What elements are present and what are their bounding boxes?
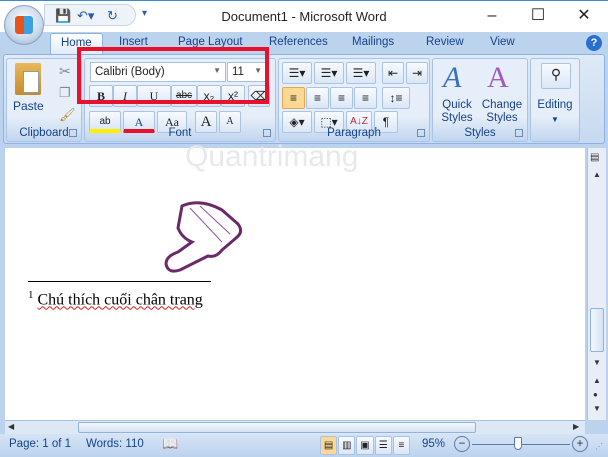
line-spacing-icon[interactable]: ↕≡ [382,87,410,109]
previous-page-icon[interactable]: ▲ [593,376,601,385]
footnote[interactable]: 1 Chú thích cuối chân trang [28,289,203,309]
font-group-label: Font [168,127,192,139]
view-buttons: ▤ ▥ ▣ ☰ ≡ [320,436,411,455]
vertical-scroll-thumb[interactable] [590,308,604,352]
styles-group-label: Styles [464,127,496,139]
customize-qat-icon[interactable]: ▾ [142,8,147,19]
clipboard-group: Paste ✂ ❐ 🖌 Clipboard [6,58,82,142]
paste-icon [15,63,41,95]
vertical-scrollbar[interactable]: ▤ ▲ ▼ ▲ ● ▼ [587,148,606,420]
zoom-out-icon[interactable]: − [454,436,470,452]
editing-button[interactable]: Editing [531,99,579,111]
tab-review[interactable]: Review [426,36,464,48]
page-count[interactable]: Page: 1 of 1 [9,438,71,450]
styles-group: A A Quick Styles Change Styles Styles [432,58,528,142]
draft-icon[interactable]: ≡ [392,436,411,455]
office-logo-icon [15,16,33,34]
close-button[interactable]: ✕ [562,5,606,29]
horizontal-scroll-thumb[interactable] [78,422,476,433]
footnote-number: 1 [28,289,34,301]
align-row: ≡ ≡ ≡ ≡ ↕≡ [282,87,410,109]
zoom-in-icon[interactable]: + [572,436,588,452]
paste-button[interactable]: Paste [13,99,44,113]
print-layout-icon[interactable]: ▤ [320,436,338,455]
maximize-button[interactable]: ☐ [516,5,560,29]
align-right-icon[interactable]: ≡ [330,87,353,109]
dialog-launcher-icon[interactable] [417,129,425,137]
next-page-icon[interactable]: ▼ [593,404,601,413]
bullets-icon[interactable]: ☰▾ [282,62,312,84]
multilevel-list-icon[interactable]: ☰▾ [346,62,376,84]
scroll-right-icon[interactable]: ▶ [573,422,579,431]
copy-icon[interactable]: ❐ [59,85,71,101]
quick-styles-icon: A [443,61,462,94]
dialog-launcher-icon[interactable] [69,129,77,137]
change-styles-button[interactable]: Change Styles [479,99,525,125]
document-page[interactable]: Quantrimang 1 Chú thích cuối chân trang [5,140,585,420]
scroll-left-icon[interactable]: ◀ [8,422,14,431]
undo-icon[interactable]: ↶▾ [77,8,94,24]
zoom-level[interactable]: 95% [422,438,445,450]
format-painter-icon[interactable]: 🖌 [59,107,76,123]
dialog-launcher-icon[interactable] [263,129,271,137]
align-left-icon[interactable]: ≡ [282,87,305,109]
binoculars-icon: ⚲ [541,63,571,89]
justify-icon[interactable]: ≡ [354,87,377,109]
align-center-icon[interactable]: ≡ [306,87,329,109]
cut-icon[interactable]: ✂ [59,63,71,80]
redo-icon[interactable]: ↻ [107,8,118,24]
outline-icon[interactable]: ☰ [374,436,392,455]
zoom-slider-thumb[interactable] [514,437,523,450]
status-bar: Page: 1 of 1 Words: 110 📖 ▤ ▥ ▣ ☰ ≡ 95% … [0,434,608,457]
ruler-toggle-icon[interactable]: ▤ [590,152,599,163]
minimize-button[interactable]: – [470,5,514,29]
tab-view[interactable]: View [490,36,515,48]
editing-group[interactable]: ⚲ Editing ▼ [530,58,580,142]
highlight-box [77,47,269,104]
web-layout-icon[interactable]: ▣ [356,436,374,455]
change-styles-icon: A [487,61,509,94]
hand-pointer-icon [164,201,243,273]
decrease-indent-icon[interactable]: ⇤ [382,62,404,84]
horizontal-scrollbar[interactable]: ◀ ▶ [5,420,585,434]
word-count[interactable]: Words: 110 [86,438,144,450]
numbering-icon[interactable]: ☰▾ [314,62,344,84]
scroll-down-icon[interactable]: ▼ [593,358,601,367]
footnote-separator [28,281,211,282]
full-screen-reading-icon[interactable]: ▥ [338,436,356,455]
footnote-text: Chú thích cuối chân trang [37,291,203,309]
resize-grip-icon[interactable]: ⋰ [595,442,603,451]
tab-references[interactable]: References [269,36,328,48]
office-button[interactable] [4,5,44,45]
dialog-launcher-icon[interactable] [515,129,523,137]
quick-access-toolbar: 💾 ↶▾ ↻ [44,4,136,26]
watermark: Quantrimang [185,140,359,173]
paragraph-group: ☰▾ ☰▾ ☰▾ ⇤ ⇥ ≡ ≡ ≡ ≡ ↕≡ ◈▾ ⬚▾ A↓Z ¶ Para… [278,58,430,142]
save-icon[interactable]: 💾 [55,8,71,24]
chevron-down-icon: ▼ [551,115,559,124]
tab-mailings[interactable]: Mailings [352,36,394,48]
select-browse-object-icon[interactable]: ● [593,390,598,399]
proofing-error-icon[interactable]: 📖 [162,436,178,452]
list-row: ☰▾ ☰▾ ☰▾ ⇤ ⇥ [282,62,428,84]
increase-indent-icon[interactable]: ⇥ [406,62,428,84]
paragraph-group-label: Paragraph [327,127,381,139]
scroll-up-icon[interactable]: ▲ [593,170,601,179]
quick-styles-button[interactable]: Quick Styles [437,99,477,125]
help-icon[interactable]: ? [586,35,602,51]
